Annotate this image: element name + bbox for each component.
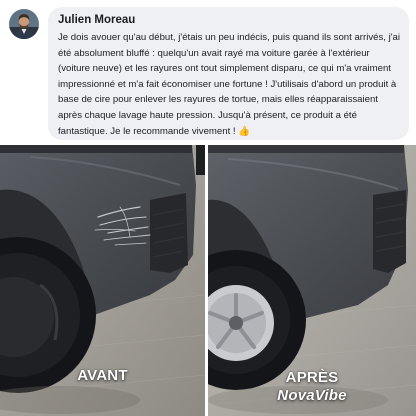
review-comment: Julien Moreau Je dois avouer qu'au début… — [0, 0, 416, 145]
before-photo: AVANT — [0, 145, 205, 416]
avatar[interactable] — [9, 9, 39, 39]
review-text: Je dois avouer qu'au début, j'étais un p… — [58, 30, 401, 139]
review-body: Je dois avouer qu'au début, j'étais un p… — [58, 32, 401, 137]
author-name[interactable]: Julien Moreau — [58, 13, 401, 27]
before-after-images: AVANT APRÈS NovaVibe — [0, 145, 416, 416]
before-label: AVANT — [77, 367, 128, 384]
comment-bubble: Julien Moreau Je dois avouer qu'au début… — [48, 7, 409, 140]
review-post: Julien Moreau Je dois avouer qu'au début… — [0, 0, 416, 416]
after-label: APRÈS — [285, 369, 339, 386]
brand-name: NovaVibe — [277, 387, 347, 404]
after-photo: APRÈS NovaVibe — [208, 145, 416, 416]
thumbs-up-icon: 👍 — [238, 125, 251, 137]
